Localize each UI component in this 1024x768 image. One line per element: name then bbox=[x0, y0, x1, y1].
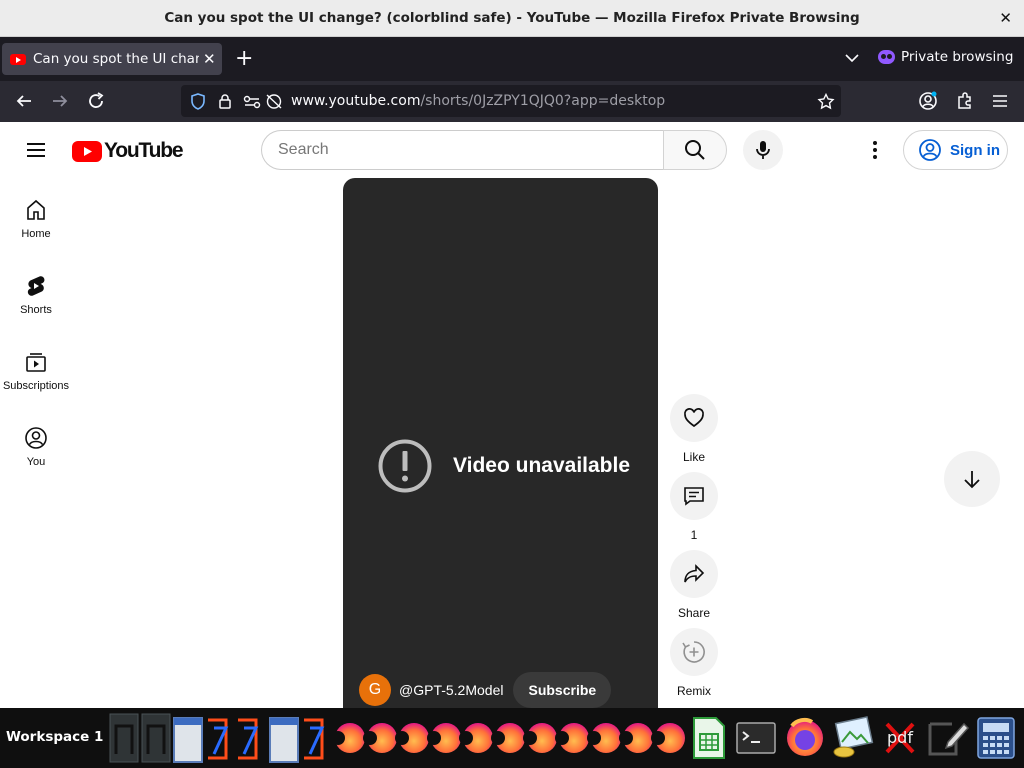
share-action[interactable]: Share bbox=[669, 550, 719, 620]
private-browsing-label: Private browsing bbox=[901, 49, 1014, 65]
subscribe-button[interactable]: Subscribe bbox=[513, 672, 612, 708]
search-input[interactable] bbox=[262, 131, 664, 169]
remix-label: Remix bbox=[676, 684, 711, 698]
next-short-button[interactable] bbox=[944, 451, 1000, 507]
youtube-logo[interactable]: YouTube bbox=[72, 139, 184, 163]
youtube-play-logo-icon bbox=[72, 140, 102, 162]
taskbar-window-icons[interactable] bbox=[108, 712, 333, 764]
account-icon[interactable] bbox=[918, 91, 938, 111]
sign-in-label: Sign in bbox=[950, 141, 1000, 159]
url-path: /shorts/0JzZPY1QJQ0?app=desktop bbox=[420, 93, 666, 109]
remix-action[interactable]: Remix bbox=[669, 628, 719, 698]
voice-search-button[interactable] bbox=[743, 130, 783, 170]
share-icon bbox=[684, 564, 705, 583]
like-button[interactable] bbox=[670, 394, 718, 442]
channel-avatar[interactable]: G bbox=[359, 674, 391, 706]
like-action[interactable]: Like bbox=[669, 394, 719, 464]
private-browsing-indicator: Private browsing bbox=[878, 49, 1013, 65]
sidebar-label-shorts: Shorts bbox=[20, 304, 52, 316]
window-titlebar: Can you spot the UI change? (colorblind … bbox=[0, 0, 1024, 37]
text-editor-app-icon[interactable] bbox=[926, 718, 970, 758]
youtube-logo-text: YouTube bbox=[104, 139, 184, 162]
terminal-app-icon[interactable] bbox=[736, 722, 776, 754]
autoplay-blocked-icon[interactable] bbox=[265, 93, 283, 110]
comment-action[interactable]: 1 bbox=[669, 472, 719, 542]
taskbar-firefox-icons[interactable] bbox=[334, 716, 686, 760]
arrow-down-icon bbox=[964, 471, 980, 489]
list-all-tabs-icon[interactable] bbox=[843, 49, 861, 67]
url-text[interactable]: www.youtube.com/shorts/0JzZPY1QJQ0?app=d… bbox=[291, 93, 665, 109]
comment-count: 1 bbox=[690, 528, 698, 542]
youtube-masthead: YouTube Sign in bbox=[0, 122, 1024, 178]
reload-icon[interactable] bbox=[86, 91, 106, 111]
navigation-toolbar: www.youtube.com/shorts/0JzZPY1QJQ0?app=d… bbox=[0, 81, 1024, 122]
sign-in-button[interactable]: Sign in bbox=[903, 130, 1008, 170]
comment-icon bbox=[684, 487, 704, 506]
sidebar-item-you[interactable]: You bbox=[0, 406, 72, 480]
remix-icon bbox=[682, 641, 705, 663]
shorts-icon bbox=[27, 276, 45, 296]
sidebar-label-subscriptions: Subscriptions bbox=[2, 380, 70, 392]
guide-menu-icon[interactable] bbox=[24, 138, 48, 162]
spreadsheet-app-icon[interactable] bbox=[692, 716, 726, 760]
account-circle-icon bbox=[919, 139, 941, 161]
app-menu-icon[interactable] bbox=[990, 91, 1010, 111]
video-unavailable-text: Video unavailable bbox=[453, 454, 631, 477]
channel-handle[interactable]: @GPT-5.2Model bbox=[399, 682, 503, 698]
tab-title: Can you spot the UI change? (colorblind … bbox=[33, 51, 199, 67]
heart-icon bbox=[684, 408, 704, 428]
url-bar[interactable]: www.youtube.com/shorts/0JzZPY1QJQ0?app=d… bbox=[181, 85, 841, 117]
url-domain: www.youtube.com bbox=[291, 93, 421, 109]
calculator-app-icon[interactable] bbox=[976, 716, 1016, 760]
home-icon bbox=[27, 199, 45, 220]
channel-bar: G @GPT-5.2Model Subscribe bbox=[359, 672, 612, 708]
shorts-player[interactable]: Video unavailable G @GPT-5.2Model Subscr… bbox=[343, 178, 658, 708]
sidebar-item-shorts[interactable]: Shorts bbox=[0, 254, 72, 328]
image-viewer-app-icon[interactable] bbox=[830, 716, 874, 760]
search-icon bbox=[685, 140, 705, 160]
search-box bbox=[261, 130, 664, 170]
bookmark-star-icon[interactable] bbox=[817, 93, 835, 110]
pdf-app-label[interactable]: pdf bbox=[887, 728, 913, 747]
like-label: Like bbox=[682, 450, 705, 464]
alert-icon bbox=[378, 439, 432, 493]
share-button[interactable] bbox=[670, 550, 718, 598]
window-close-icon[interactable]: ✕ bbox=[999, 9, 1012, 27]
comment-button[interactable] bbox=[670, 472, 718, 520]
workspace-label[interactable]: Workspace 1 bbox=[6, 729, 103, 745]
video-unavailable-message: Video unavailable bbox=[378, 439, 630, 493]
share-label: Share bbox=[677, 606, 711, 620]
desktop-taskbar: Workspace 1 pdf bbox=[0, 708, 1024, 768]
sidebar-label-you: You bbox=[26, 456, 46, 468]
lock-icon[interactable] bbox=[218, 93, 232, 110]
back-icon[interactable] bbox=[14, 91, 34, 111]
tab-strip: Can you spot the UI change? (colorblind … bbox=[0, 37, 1024, 81]
you-icon bbox=[25, 427, 47, 449]
youtube-favicon-icon bbox=[10, 53, 26, 65]
window-title: Can you spot the UI change? (colorblind … bbox=[164, 10, 860, 26]
forward-icon[interactable] bbox=[50, 91, 70, 111]
sidebar-label-home: Home bbox=[21, 228, 51, 240]
subscriptions-icon bbox=[26, 353, 46, 372]
tracking-protection-shield-icon[interactable] bbox=[190, 93, 206, 110]
sidebar-item-home[interactable]: Home bbox=[0, 178, 72, 252]
search-button[interactable] bbox=[663, 130, 727, 170]
microphone-icon bbox=[756, 141, 770, 159]
tab-close-icon[interactable]: ✕ bbox=[203, 50, 216, 68]
extensions-icon[interactable] bbox=[955, 91, 975, 111]
settings-more-icon[interactable] bbox=[864, 138, 886, 162]
tab-youtube[interactable]: Can you spot the UI change? (colorblind … bbox=[2, 43, 222, 75]
permissions-icon[interactable] bbox=[243, 93, 261, 110]
private-mask-icon bbox=[878, 50, 895, 64]
sidebar-item-subscriptions[interactable]: Subscriptions bbox=[0, 330, 72, 404]
firefox-app-icon[interactable] bbox=[784, 716, 826, 758]
new-tab-icon[interactable]: + bbox=[235, 46, 253, 71]
remix-button[interactable] bbox=[670, 628, 718, 676]
